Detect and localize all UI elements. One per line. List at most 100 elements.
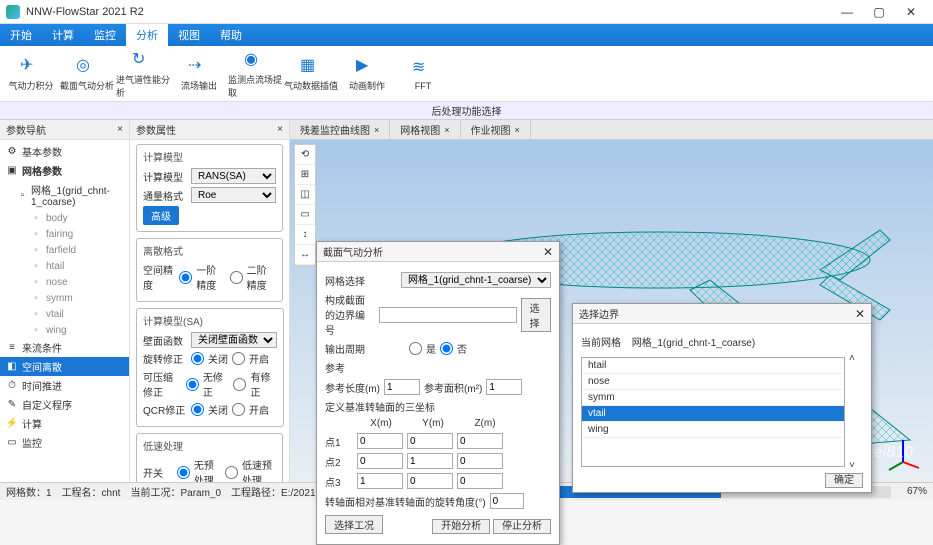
list-item[interactable]: wing <box>582 422 844 438</box>
menu-item[interactable]: 分析 <box>126 24 168 46</box>
ribbon-icon: ◉ <box>244 49 266 71</box>
menu-item[interactable]: 开始 <box>0 24 42 46</box>
tree-node[interactable]: ▫htail <box>0 258 129 274</box>
advanced-button[interactable]: 高级 <box>143 206 179 225</box>
tab-close-icon[interactable]: × <box>374 125 379 135</box>
boundary-input[interactable] <box>379 307 517 323</box>
ribbon-button[interactable]: ≋FFT <box>396 49 450 99</box>
flux-select[interactable]: Roe <box>191 187 276 203</box>
ribbon-button[interactable]: ⇢流场输出 <box>172 49 226 99</box>
coord-input[interactable] <box>357 433 403 449</box>
scroll-up-icon[interactable]: ˄ <box>849 353 863 364</box>
ribbon-button[interactable]: ▶动画制作 <box>340 49 394 99</box>
tree-icon: ⏱ <box>6 380 18 392</box>
ref-area-input[interactable] <box>486 379 522 395</box>
tree-node[interactable]: ▫symm <box>0 290 129 306</box>
coord-input[interactable] <box>357 473 403 489</box>
ribbon-button[interactable]: ◉监测点流场提取 <box>228 49 282 99</box>
coord-input[interactable] <box>457 433 503 449</box>
discretization-group: 离散格式 空间精度 一阶精度 二阶精度 <box>136 238 283 302</box>
tree-node[interactable]: ▭监控 <box>0 433 129 452</box>
tree-node[interactable]: ⏱时间推进 <box>0 376 129 395</box>
viewport-tab[interactable]: 作业视图× <box>461 120 531 139</box>
tree-node[interactable]: ▫fairing <box>0 226 129 242</box>
dialog-close-icon[interactable]: ✕ <box>855 307 865 321</box>
grid-select[interactable]: 网格_1(grid_chnt-1_coarse) <box>401 272 551 288</box>
tree-node[interactable]: ▫网格_1(grid_chnt-1_coarse) <box>0 180 129 210</box>
tree-node[interactable]: ▫nose <box>0 274 129 290</box>
period-no-radio[interactable] <box>440 342 453 355</box>
ribbon-icon: ▦ <box>300 55 322 77</box>
maximize-button[interactable]: ▢ <box>863 5 895 19</box>
list-item[interactable]: htail <box>582 358 844 374</box>
ribbon-button[interactable]: ✈气动力积分 <box>4 49 58 99</box>
comp-has-radio[interactable] <box>233 378 246 391</box>
coord-input[interactable] <box>357 453 403 469</box>
ok-button[interactable]: 确定 <box>825 473 863 488</box>
qcr-on-radio[interactable] <box>232 403 245 416</box>
ribbon-icon: ⇢ <box>188 55 210 77</box>
tree-node[interactable]: ✎自定义程序 <box>0 395 129 414</box>
start-analysis-button[interactable]: 开始分析 <box>432 519 490 534</box>
coord-input[interactable] <box>407 433 453 449</box>
select-case-button[interactable]: 选择工况 <box>325 515 383 534</box>
second-order-radio[interactable] <box>230 271 243 284</box>
prop-close-icon[interactable]: × <box>277 124 283 135</box>
viewport-tab[interactable]: 残差监控曲线图× <box>290 120 390 139</box>
ribbon-button[interactable]: ◎截面气动分析 <box>60 49 114 99</box>
lowspeed-group: 低速处理 开关 无预处理 低速预处理 <box>136 433 283 482</box>
list-item[interactable]: nose <box>582 374 844 390</box>
lowpre-radio[interactable] <box>225 466 238 479</box>
ribbon-button[interactable]: ↻进气道性能分析 <box>116 49 170 99</box>
list-item[interactable]: symm <box>582 390 844 406</box>
minimize-button[interactable]: — <box>831 5 863 19</box>
coord-input[interactable] <box>407 453 453 469</box>
period-yes-radio[interactable] <box>409 342 422 355</box>
scroll-down-icon[interactable]: ˅ <box>849 460 863 471</box>
viewport-tab[interactable]: 网格视图× <box>390 120 460 139</box>
comp-none-radio[interactable] <box>186 378 199 391</box>
list-item[interactable]: vtail <box>582 406 844 422</box>
coord-input[interactable] <box>457 453 503 469</box>
wall-func-select[interactable]: 关闭壁面函数 <box>191 332 277 348</box>
menu-item[interactable]: 帮助 <box>210 24 252 46</box>
tree-node[interactable]: ≡来流条件 <box>0 338 129 357</box>
ribbon-button[interactable]: ▦气动数据插值 <box>284 49 338 99</box>
qcr-off-radio[interactable] <box>191 403 204 416</box>
ribbon-icon: ✈ <box>20 55 42 77</box>
select-boundary-dialog: 选择边界 ✕ 当前网格 网格_1(grid_chnt-1_coarse) hta… <box>572 303 872 493</box>
rot-off-radio[interactable] <box>191 352 204 365</box>
stop-analysis-button[interactable]: 停止分析 <box>493 519 551 534</box>
nav-close-icon[interactable]: × <box>117 124 123 135</box>
tab-close-icon[interactable]: × <box>444 125 449 135</box>
tree-node[interactable]: ▣网格参数 <box>0 161 129 180</box>
parameter-tree[interactable]: ⚙基本参数▣网格参数▫网格_1(grid_chnt-1_coarse)▫body… <box>0 140 129 482</box>
tree-node[interactable]: ⚡计算 <box>0 414 129 433</box>
tree-node[interactable]: ◧空间离散 <box>0 357 129 376</box>
ref-length-input[interactable] <box>384 379 420 395</box>
tab-close-icon[interactable]: × <box>515 125 520 135</box>
close-button[interactable]: ✕ <box>895 5 927 19</box>
tree-node[interactable]: ▫vtail <box>0 306 129 322</box>
coord-input[interactable] <box>407 473 453 489</box>
boundary-listbox[interactable]: htailnosesymmvtailwing <box>581 357 845 467</box>
rot-on-radio[interactable] <box>232 352 245 365</box>
tree-node[interactable]: ⚙基本参数 <box>0 142 129 161</box>
angle-input[interactable] <box>490 493 524 509</box>
menu-item[interactable]: 计算 <box>42 24 84 46</box>
tree-node[interactable]: ▫wing <box>0 322 129 338</box>
tree-icon: ▫ <box>30 228 42 240</box>
first-order-radio[interactable] <box>179 271 192 284</box>
section-analysis-dialog: 截面气动分析 ✕ 网格选择 网格_1(grid_chnt-1_coarse) 构… <box>316 241 560 545</box>
tree-icon: ≡ <box>6 342 18 354</box>
choose-boundary-button[interactable]: 选择 <box>521 298 551 332</box>
menu-item[interactable]: 视图 <box>168 24 210 46</box>
menu-item[interactable]: 监控 <box>84 24 126 46</box>
tree-node[interactable]: ▫body <box>0 210 129 226</box>
dialog-close-icon[interactable]: ✕ <box>543 245 553 259</box>
dialog-title: 截面气动分析 <box>323 244 383 259</box>
model-select[interactable]: RANS(SA) <box>191 168 276 184</box>
nopre-radio[interactable] <box>177 466 190 479</box>
tree-node[interactable]: ▫farfield <box>0 242 129 258</box>
coord-input[interactable] <box>457 473 503 489</box>
